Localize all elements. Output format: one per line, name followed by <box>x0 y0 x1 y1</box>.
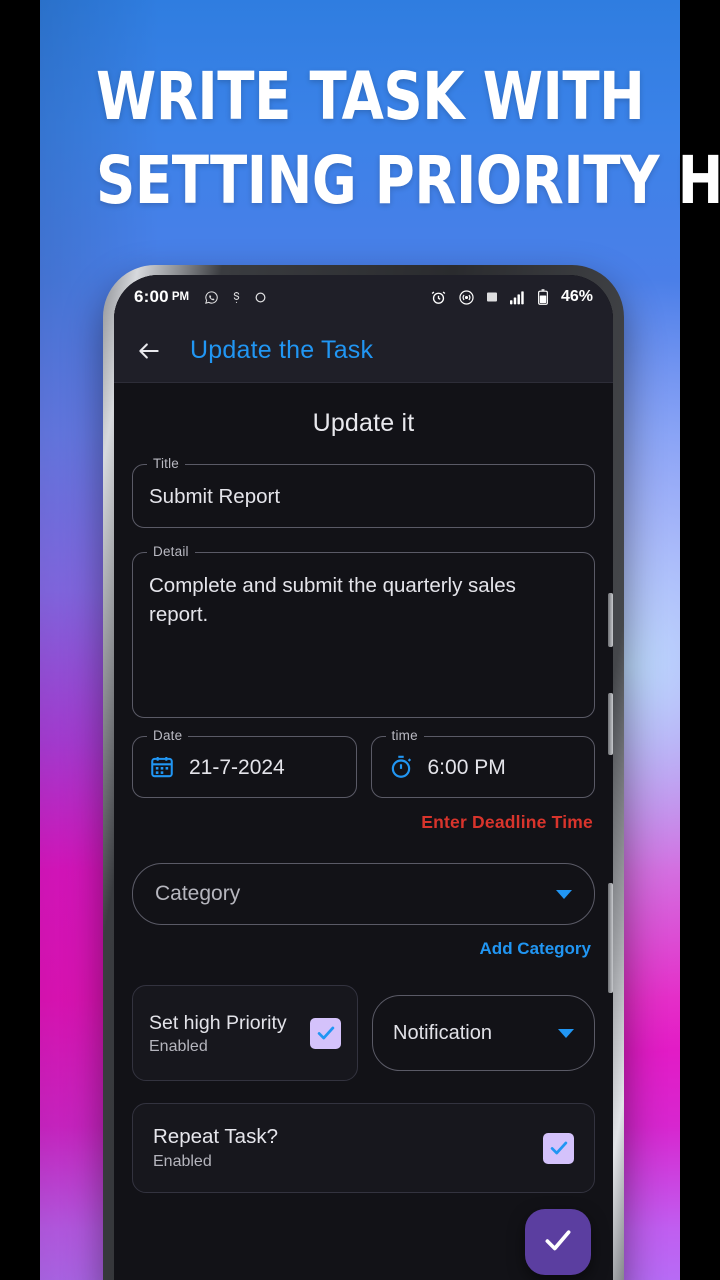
app-bar-title: Update the Task <box>190 336 374 364</box>
app-screen: 6:00 PM 46% Update the Task Update it Ti… <box>114 275 613 1280</box>
notification-selected-value: Notification <box>393 1021 492 1044</box>
time-picker[interactable]: time 6:00 PM <box>370 728 595 798</box>
date-picker[interactable]: Date 21-7-2024 <box>132 728 357 798</box>
date-field-value: 21-7-2024 <box>189 755 285 779</box>
app-bar: Update the Task <box>114 319 613 383</box>
battery-icon <box>537 289 549 305</box>
status-bar: 6:00 PM 46% <box>114 275 613 319</box>
cast-icon <box>458 289 475 306</box>
back-arrow-icon[interactable] <box>136 338 162 364</box>
category-dropdown[interactable]: Category <box>132 863 595 925</box>
circle-icon <box>254 291 267 304</box>
snapchat-icon <box>230 290 243 305</box>
status-meridiem: PM <box>171 291 190 303</box>
category-selected-value: Category <box>155 882 241 905</box>
chevron-down-icon <box>558 1028 574 1038</box>
phone-mockup: 6:00 PM 46% Update the Task Update it Ti… <box>103 265 624 1280</box>
detail-field-value: Complete and submit the quarterly sales … <box>149 574 516 626</box>
status-left-icons <box>204 290 267 305</box>
date-time-row: Date 21-7-2024 time 6:00 PM <box>132 728 595 798</box>
repeat-task-card[interactable]: Repeat Task? Enabled <box>132 1103 595 1193</box>
time-field-label: time <box>385 728 424 743</box>
priority-notification-row: Set high Priority Enabled Notification <box>132 985 595 1081</box>
page-title: Update it <box>312 409 415 437</box>
phone-side-button-b <box>608 693 613 755</box>
poster-screenshot: Write Task With Setting Priority High 6:… <box>0 0 720 1280</box>
repeat-checkbox[interactable] <box>543 1132 574 1164</box>
detail-field-label: Detail <box>147 544 195 559</box>
phone-inner-bezel: 6:00 PM 46% Update the Task Update it Ti… <box>114 275 613 1280</box>
data-saver-icon <box>486 290 498 304</box>
submit-fab[interactable] <box>525 1209 591 1275</box>
poster-headline: Write Task With Setting Priority High <box>96 55 720 223</box>
title-field-label: Title <box>147 456 186 471</box>
repeat-status: Enabled <box>153 1153 212 1170</box>
add-category-link[interactable]: Add Category <box>132 939 591 959</box>
phone-side-button-a <box>608 593 613 647</box>
phone-side-button-c <box>608 883 613 993</box>
priority-status: Enabled <box>149 1038 208 1055</box>
time-field-value: 6:00 PM <box>427 755 506 779</box>
chevron-down-icon <box>556 889 572 899</box>
whatsapp-icon <box>204 290 219 305</box>
repeat-title: Repeat Task? <box>153 1125 278 1148</box>
priority-title: Set high Priority <box>149 1012 287 1034</box>
check-icon <box>541 1223 575 1262</box>
priority-card[interactable]: Set high Priority Enabled <box>132 985 358 1081</box>
status-right-icons: 46% <box>430 288 593 306</box>
notification-dropdown[interactable]: Notification <box>372 995 595 1071</box>
headline-line-2: Setting Priority High <box>96 142 720 219</box>
calendar-icon <box>149 754 175 780</box>
alarm-icon <box>430 289 447 306</box>
deadline-error-text: Enter Deadline Time <box>421 812 593 832</box>
priority-checkbox[interactable] <box>310 1017 341 1049</box>
timer-icon <box>388 754 414 780</box>
battery-percent: 46% <box>560 288 593 305</box>
signal-icon <box>509 290 526 305</box>
status-time: 6:00 <box>134 287 169 306</box>
title-input[interactable]: Title Submit Report <box>132 456 595 528</box>
headline-line-1: Write Task With <box>96 58 645 135</box>
title-field-value: Submit Report <box>149 484 281 508</box>
date-field-label: Date <box>147 728 189 743</box>
detail-input[interactable]: Detail Complete and submit the quarterly… <box>132 544 595 718</box>
priority-texts: Set high Priority Enabled <box>149 1010 310 1056</box>
form-content: Update it Title Submit Report Detail Com… <box>114 409 613 1193</box>
repeat-texts: Repeat Task? Enabled <box>153 1125 543 1171</box>
